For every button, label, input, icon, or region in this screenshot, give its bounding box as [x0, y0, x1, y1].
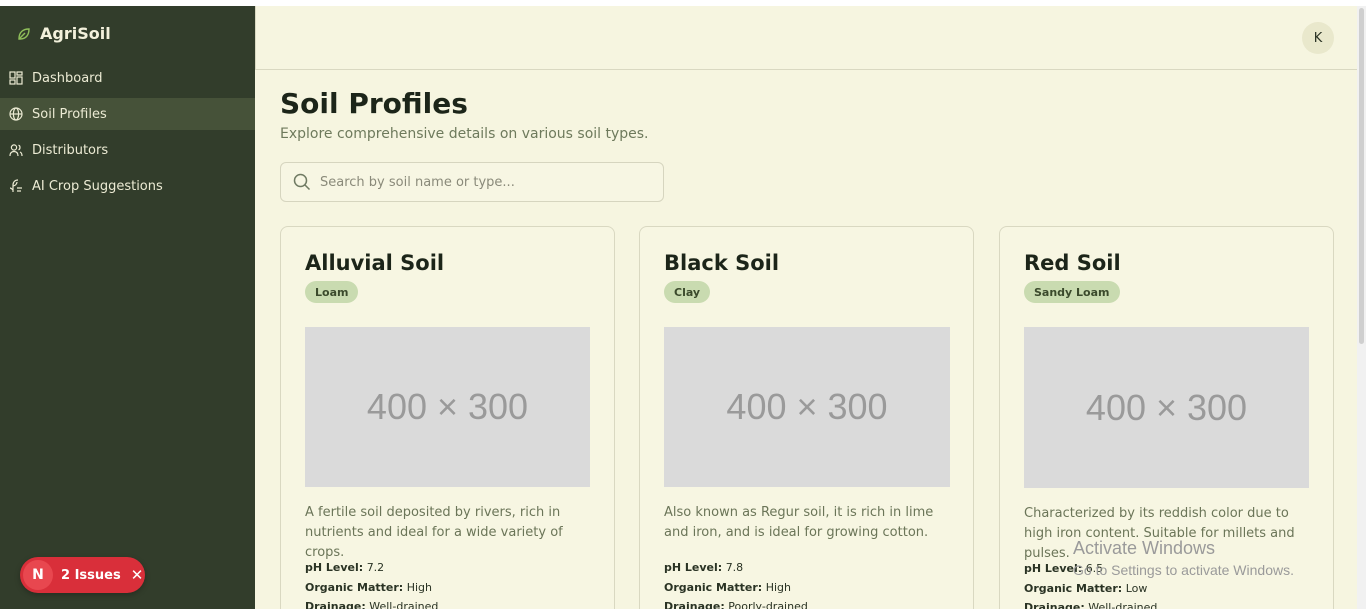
card-title: Red Soil [1024, 251, 1121, 275]
soil-type-badge: Clay [664, 281, 711, 303]
organic-matter: Organic Matter: High [305, 581, 432, 594]
sidebar-item-distributors[interactable]: Distributors [0, 134, 255, 166]
search-input[interactable] [320, 174, 640, 190]
sidebar-item-label: AI Crop Suggestions [32, 178, 163, 194]
avatar-initial: K [1313, 30, 1323, 46]
dashboard-icon [9, 71, 23, 85]
sidebar-item-label: Dashboard [32, 70, 103, 86]
sidebar: AgriSoil Dashboard Soil Profiles Distrib… [0, 6, 255, 609]
watermark-subtitle: Go to Settings to activate Windows. [1073, 562, 1294, 578]
organic-matter: Organic Matter: Low [1024, 582, 1148, 595]
top-header [255, 6, 1357, 70]
sidebar-item-soil-profiles[interactable]: Soil Profiles [0, 98, 255, 130]
watermark-title: Activate Windows [1073, 538, 1216, 558]
soil-type-badge: Sandy Loam [1024, 281, 1120, 303]
sidebar-item-ai-crop-suggestions[interactable]: AI Crop Suggestions [0, 170, 255, 202]
activate-windows-watermark: Activate Windows Go to Settings to activ… [1073, 538, 1294, 578]
card-title: Black Soil [664, 251, 780, 275]
users-icon [9, 144, 23, 157]
ai-leaf-icon [9, 179, 22, 192]
brand-name: AgriSoil [40, 24, 111, 43]
soil-type-badge: Loam [305, 281, 359, 303]
search-box[interactable] [280, 162, 664, 202]
card-description: Also known as Regur soil, it is rich in … [664, 505, 934, 540]
sidebar-item-label: Soil Profiles [32, 106, 107, 122]
globe-icon [9, 107, 23, 121]
sidebar-item-dashboard[interactable]: Dashboard [0, 62, 255, 94]
page-title: Soil Profiles [280, 87, 468, 120]
user-avatar[interactable]: K [1302, 22, 1334, 54]
leaf-icon [18, 27, 30, 40]
close-icon[interactable]: ✕ [131, 566, 144, 584]
drainage: Drainage: Well-drained [1024, 601, 1158, 609]
drainage: Drainage: Well-drained [305, 600, 439, 609]
brand[interactable]: AgriSoil [16, 24, 111, 43]
issues-label: 2 Issues [61, 567, 121, 583]
card-description: A fertile soil deposited by rivers, rich… [305, 505, 563, 560]
soil-card-black[interactable]: Black Soil Clay 400 × 300 Also known as … [639, 226, 974, 609]
drainage: Drainage: Poorly-drained [664, 600, 808, 609]
card-title: Alluvial Soil [305, 251, 445, 275]
issues-badge[interactable]: N 2 Issues ✕ [20, 557, 145, 593]
search-icon [293, 173, 311, 191]
card-image-placeholder: 400 × 300 [1024, 327, 1309, 488]
card-image-placeholder: 400 × 300 [305, 327, 590, 487]
issues-logo: N [23, 560, 53, 590]
soil-card-alluvial[interactable]: Alluvial Soil Loam 400 × 300 A fertile s… [280, 226, 615, 609]
organic-matter: Organic Matter: High [664, 581, 791, 594]
scrollbar-thumb[interactable] [1359, 8, 1364, 344]
card-image-placeholder: 400 × 300 [664, 327, 950, 487]
sidebar-item-label: Distributors [32, 142, 109, 158]
page-subtitle: Explore comprehensive details on various… [280, 126, 649, 142]
ph-level: pH Level: 7.2 [305, 561, 385, 574]
ph-level: pH Level: 7.8 [664, 561, 744, 574]
